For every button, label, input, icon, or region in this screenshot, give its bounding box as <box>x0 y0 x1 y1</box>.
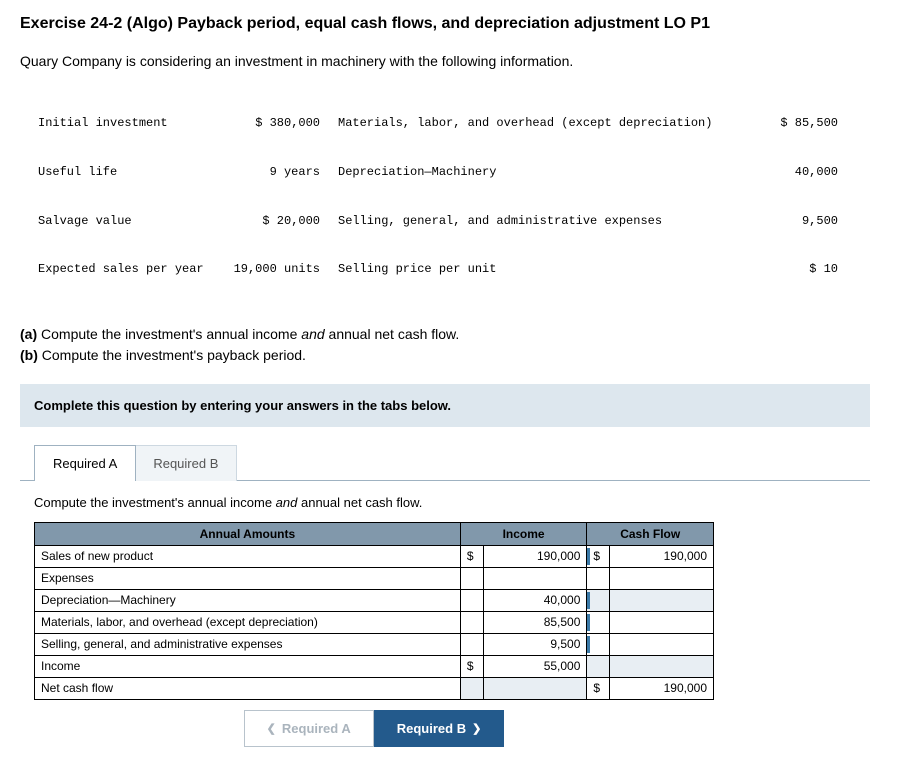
info-value: $ 10 <box>758 261 838 277</box>
question-b-bold: (b) <box>20 347 38 363</box>
info-label: Salvage value <box>38 213 228 229</box>
output-netcashflow: 190,000 <box>610 677 714 699</box>
input-depreciation-income[interactable]: 40,000 <box>483 589 587 611</box>
col-header-annual: Annual Amounts <box>35 522 461 545</box>
table-row: Materials, labor, and overhead (except d… <box>35 611 714 633</box>
row-label-depreciation[interactable]: Depreciation—Machinery <box>35 589 461 611</box>
table-row: Net cash flow $ 190,000 <box>35 677 714 699</box>
info-value: 40,000 <box>758 164 838 180</box>
table-row: Sales of new product $ 190,000 $ 190,000 <box>35 545 714 567</box>
table-row: Income $ 55,000 <box>35 655 714 677</box>
input-cell[interactable] <box>483 567 587 589</box>
input-sga-income[interactable]: 9,500 <box>483 633 587 655</box>
question-a-bold: (a) <box>20 326 37 342</box>
tab-required-a[interactable]: Required A <box>34 445 136 481</box>
instruction-bar: Complete this question by entering your … <box>20 384 870 427</box>
info-value: $ 20,000 <box>228 213 338 229</box>
exercise-title: Exercise 24-2 (Algo) Payback period, equ… <box>20 15 893 33</box>
info-value: 19,000 units <box>228 261 338 277</box>
chevron-left-icon: ❮ <box>267 722 276 735</box>
row-label-income[interactable]: Income <box>35 655 461 677</box>
input-sales-income[interactable]: 190,000 <box>483 545 587 567</box>
input-cell[interactable] <box>610 633 714 655</box>
row-label-expenses[interactable]: Expenses <box>35 567 461 589</box>
currency-symbol: $ <box>460 545 483 567</box>
info-value: 9 years <box>228 164 338 180</box>
disabled-cell <box>483 677 587 699</box>
next-button[interactable]: Required B ❯ <box>374 710 505 747</box>
row-label-materials[interactable]: Materials, labor, and overhead (except d… <box>35 611 461 633</box>
chevron-right-icon: ❯ <box>472 722 481 735</box>
input-cell[interactable] <box>610 567 714 589</box>
output-income: 55,000 <box>483 655 587 677</box>
calc-table: Annual Amounts Income Cash Flow Sales of… <box>34 522 714 700</box>
intro-text: Quary Company is considering an investme… <box>20 53 893 69</box>
col-header-income: Income <box>460 522 587 545</box>
info-label: Selling price per unit <box>338 261 758 277</box>
disabled-cell <box>610 589 714 611</box>
panel-hint: Compute the investment's annual income a… <box>34 495 856 510</box>
table-row: Expenses <box>35 567 714 589</box>
table-row: Depreciation—Machinery 40,000 <box>35 589 714 611</box>
row-label-netcashflow[interactable]: Net cash flow <box>35 677 461 699</box>
row-label-sales[interactable]: Sales of new product <box>35 545 461 567</box>
input-materials-income[interactable]: 85,500 <box>483 611 587 633</box>
disabled-cell <box>610 655 714 677</box>
row-label-sga[interactable]: Selling, general, and administrative exp… <box>35 633 461 655</box>
currency-symbol: $ <box>460 655 483 677</box>
info-label: Selling, general, and administrative exp… <box>338 213 758 229</box>
input-cell[interactable] <box>610 611 714 633</box>
nav-buttons: ❮ Required A Required B ❯ <box>34 710 714 747</box>
info-label: Useful life <box>38 164 228 180</box>
info-label: Initial investment <box>38 115 228 131</box>
tab-panel-a: Compute the investment's annual income a… <box>20 480 870 755</box>
info-label: Depreciation—Machinery <box>338 164 758 180</box>
currency-symbol: $ <box>587 677 610 699</box>
col-header-cashflow: Cash Flow <box>587 522 714 545</box>
prev-button-label: Required A <box>282 721 351 736</box>
tabs-container: Required A Required B <box>34 445 893 481</box>
sub-questions: (a) Compute the investment's annual inco… <box>20 324 893 366</box>
info-value: $ 85,500 <box>758 115 838 131</box>
table-row: Selling, general, and administrative exp… <box>35 633 714 655</box>
given-information: Initial investment$ 380,000 Useful life9… <box>38 83 893 310</box>
info-label: Expected sales per year <box>38 261 228 277</box>
info-value: 9,500 <box>758 213 838 229</box>
info-value: $ 380,000 <box>228 115 338 131</box>
next-button-label: Required B <box>397 721 466 736</box>
tab-required-b[interactable]: Required B <box>135 445 237 481</box>
info-label: Materials, labor, and overhead (except d… <box>338 115 758 131</box>
input-sales-cashflow[interactable]: 190,000 <box>610 545 714 567</box>
prev-button: ❮ Required A <box>244 710 374 747</box>
